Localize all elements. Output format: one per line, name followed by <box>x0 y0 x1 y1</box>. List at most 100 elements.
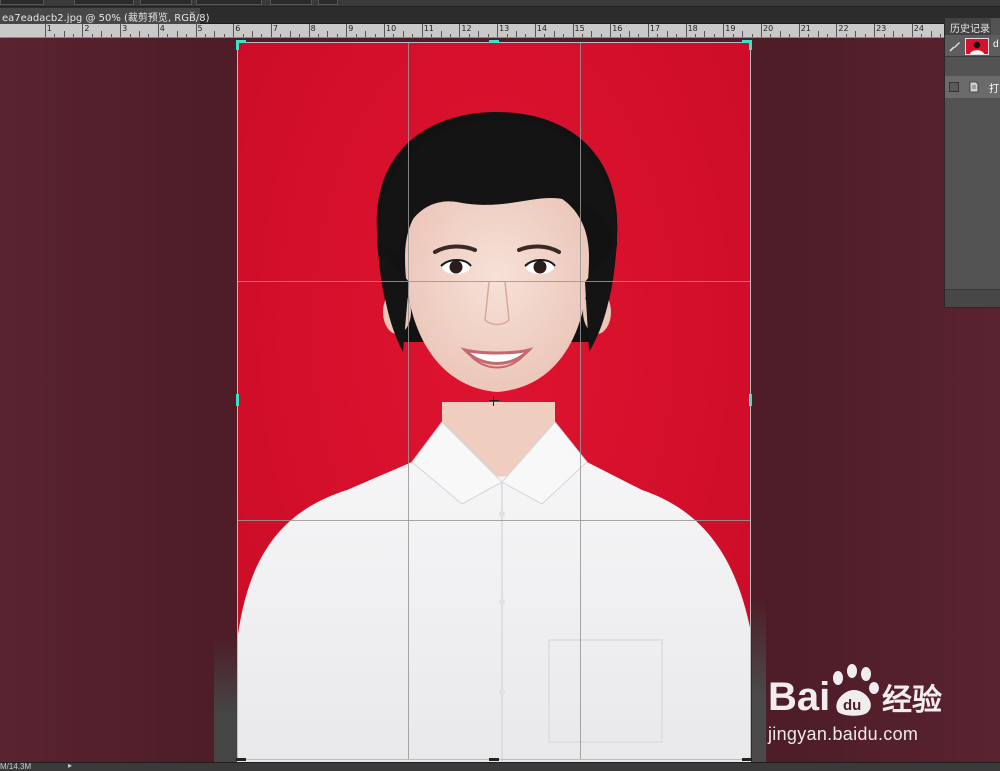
ruler-major-tick <box>534 24 536 37</box>
ruler-minor-tick <box>591 31 593 37</box>
ruler-label: 6 <box>235 24 241 33</box>
crop-handle-left[interactable] <box>236 394 239 406</box>
option-field[interactable] <box>270 0 312 5</box>
ruler-minor-tick <box>431 34 433 37</box>
ruler-minor-tick <box>252 31 254 37</box>
ruler-major-tick <box>157 24 159 37</box>
ruler-minor-tick <box>892 31 894 37</box>
ruler-major-tick <box>346 24 348 37</box>
ruler-major-tick <box>82 24 84 37</box>
ruler-minor-tick <box>732 34 734 37</box>
history-state-label: 打 <box>989 84 999 95</box>
svg-text:Bai: Bai <box>768 675 830 719</box>
ruler-minor-tick <box>563 34 565 37</box>
ruler-minor-tick <box>600 34 602 37</box>
ruler-label: 23 <box>876 24 887 33</box>
crop-handle-top-right[interactable] <box>749 40 752 50</box>
ruler-minor-tick <box>440 31 442 37</box>
options-bar <box>0 0 1000 7</box>
ruler-minor-tick <box>638 34 640 37</box>
ruler-minor-tick <box>91 34 93 37</box>
ruler-label: 18 <box>687 24 698 33</box>
ruler-minor-tick <box>289 31 291 37</box>
ruler-major-tick <box>572 24 574 37</box>
svg-text:经验: 经验 <box>882 683 942 718</box>
crop-handle-bottom[interactable] <box>489 758 499 761</box>
ruler-minor-tick <box>167 34 169 37</box>
ruler-minor-tick <box>657 34 659 37</box>
crop-handle-top[interactable] <box>489 40 499 43</box>
close-icon[interactable]: × <box>189 9 195 20</box>
snapshot-thumbnail[interactable] <box>965 38 989 55</box>
history-snapshot[interactable]: d <box>945 35 1000 57</box>
crop-handle-bottom-right[interactable] <box>742 758 752 761</box>
history-panel-footer <box>945 289 1000 307</box>
ruler-minor-tick <box>779 31 781 37</box>
document-tab-title: ea7eadacb2.jpg @ 50% (裁剪预览, RGB/8) <box>2 12 210 24</box>
ruler-label: 15 <box>574 24 585 33</box>
ruler-minor-tick <box>110 34 112 37</box>
ruler-major-tick <box>874 24 876 37</box>
history-panel: 历史记录 d 打 <box>944 18 1000 308</box>
ruler-minor-tick <box>666 31 668 37</box>
history-panel-tab[interactable]: 历史记录 <box>945 18 991 35</box>
ruler-minor-tick <box>280 34 282 37</box>
ruler-major-tick <box>308 24 310 37</box>
ruler-major-tick <box>497 24 499 37</box>
ruler-minor-tick <box>148 34 150 37</box>
canvas-shadow <box>752 598 766 762</box>
ruler-minor-tick <box>515 31 517 37</box>
horizontal-ruler: 1 2 3 4 5 6 7 8 9 10 11 12 13 14 15 16 17 18 19 20 21 22 23 24 <box>0 24 944 38</box>
ruler-major-tick <box>270 24 272 37</box>
history-state-checkbox[interactable] <box>949 82 959 92</box>
ruler-minor-tick <box>374 34 376 37</box>
crop-handle-top-left[interactable] <box>236 40 239 50</box>
ruler-label: 7 <box>272 24 278 33</box>
ruler-major-tick <box>44 24 46 37</box>
ruler-minor-tick <box>619 34 621 37</box>
history-state-row[interactable]: 打 <box>945 76 1000 98</box>
ruler-label: 5 <box>197 24 203 33</box>
ruler-minor-tick <box>327 31 329 37</box>
ruler-label: 14 <box>536 24 547 33</box>
ruler-label: 4 <box>159 24 165 33</box>
option-field[interactable] <box>196 0 262 5</box>
ruler-major-tick <box>647 24 649 37</box>
ruler-minor-tick <box>629 31 631 37</box>
option-field[interactable] <box>140 0 192 5</box>
ruler-major-tick <box>195 24 197 37</box>
ruler-label: 22 <box>838 24 849 33</box>
ruler-major-tick <box>798 24 800 37</box>
ruler-label: 10 <box>386 24 397 33</box>
ruler-minor-tick <box>676 34 678 37</box>
ruler-label: 21 <box>800 24 811 33</box>
option-field[interactable] <box>0 0 44 5</box>
ruler-minor-tick <box>63 31 65 37</box>
ruler-minor-tick <box>553 31 555 37</box>
ruler-minor-tick <box>817 31 819 37</box>
svg-text:du: du <box>843 697 861 714</box>
ruler-label: 3 <box>122 24 128 33</box>
ruler-minor-tick <box>299 34 301 37</box>
ruler-label: 2 <box>84 24 90 33</box>
option-field[interactable] <box>318 0 338 5</box>
ruler-minor-tick <box>402 31 404 37</box>
crop-handle-bottom-left[interactable] <box>236 758 246 761</box>
ruler-minor-tick <box>449 34 451 37</box>
ruler-minor-tick <box>855 31 857 37</box>
ruler-major-tick <box>723 24 725 37</box>
ruler-major-tick <box>233 24 235 37</box>
history-brush-icon[interactable] <box>949 40 961 52</box>
ruler-major-tick <box>610 24 612 37</box>
ruler-minor-tick <box>186 34 188 37</box>
ruler-minor-tick <box>864 34 866 37</box>
crop-handle-right[interactable] <box>749 394 752 406</box>
document-tab[interactable]: ea7eadacb2.jpg @ 50% (裁剪预览, RGB/8) × <box>0 8 209 24</box>
ruler-label: 24 <box>913 24 924 33</box>
ruler-label: 12 <box>461 24 472 33</box>
document-icon <box>969 81 979 93</box>
status-menu-arrow-icon[interactable]: ▸ <box>68 761 72 770</box>
ruler-minor-tick <box>214 31 216 37</box>
option-field[interactable] <box>74 0 134 5</box>
ruler-minor-tick <box>261 34 263 37</box>
